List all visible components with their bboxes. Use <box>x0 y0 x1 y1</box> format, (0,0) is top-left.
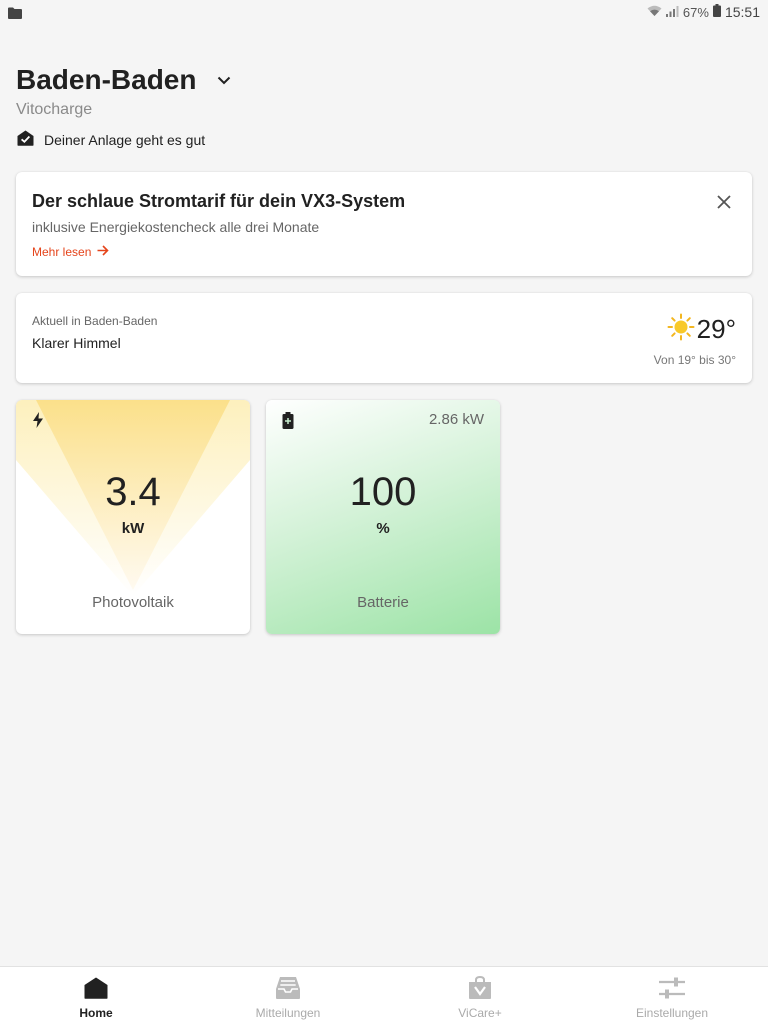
pv-label: Photovoltaik <box>92 594 174 611</box>
shopping-bag-icon <box>468 975 492 1001</box>
sun-icon <box>667 313 695 346</box>
pv-power-unit: kW <box>121 520 145 537</box>
lightning-icon <box>32 412 44 433</box>
system-status-text: Deiner Anlage geht es gut <box>44 131 206 148</box>
nav-einstellungen[interactable]: Einstellungen <box>576 967 768 1024</box>
weather-temperature: 29° <box>696 314 736 344</box>
house-check-icon <box>17 130 34 149</box>
read-more-label: Mehr lesen <box>32 245 92 259</box>
status-bar: 67% 15:51 <box>0 0 768 24</box>
nav-mitteilungen-label: Mitteilungen <box>255 1006 321 1020</box>
weather-card[interactable]: Aktuell in Baden-Baden Klarer Himmel 29°… <box>16 293 752 383</box>
site-title: Baden-Baden <box>16 64 197 95</box>
battery-tile[interactable]: 2.86 kW 100 % Batterie <box>266 400 500 634</box>
nav-vicare-plus-label: ViCare+ <box>458 1006 502 1020</box>
device-name: Vitocharge <box>16 101 93 118</box>
battery-icon <box>282 412 294 434</box>
weather-condition: Klarer Himmel <box>32 335 121 351</box>
arrow-right-icon <box>97 245 110 259</box>
battery-percent: 67% <box>682 4 709 20</box>
battery-status-icon <box>712 4 721 20</box>
settings-sliders-icon <box>658 975 686 1001</box>
home-icon <box>84 975 108 1001</box>
system-status: Deiner Anlage geht es gut <box>17 130 205 149</box>
app-screen: 67% 15:51 Baden-Baden Vitocharge Deiner … <box>0 0 768 1024</box>
signal-icon <box>665 5 679 20</box>
read-more-link[interactable]: Mehr lesen <box>32 245 110 259</box>
weather-range: Von 19° bis 30° <box>653 353 736 367</box>
nav-home-label: Home <box>79 1006 113 1020</box>
nav-mitteilungen[interactable]: Mitteilungen <box>192 967 384 1024</box>
wifi-icon <box>647 5 662 20</box>
bottom-navigation: Home Mitteilungen ViCare+ Einstellungen <box>0 966 768 1024</box>
pv-power-value: 3.4 <box>105 470 161 514</box>
status-icons: 67% 15:51 <box>647 4 760 20</box>
battery-power: 2.86 kW <box>428 411 484 428</box>
promo-subtitle: inklusive Energiekostencheck alle drei M… <box>32 219 320 235</box>
nav-vicare-plus[interactable]: ViCare+ <box>384 967 576 1024</box>
promo-card[interactable]: Der schlaue Stromtarif für dein VX3-Syst… <box>16 172 752 276</box>
site-selector-chevron-down-icon[interactable] <box>212 68 236 92</box>
nav-home[interactable]: Home <box>0 967 192 1024</box>
clock: 15:51 <box>724 4 760 20</box>
promo-title: Der schlaue Stromtarif für dein VX3-Syst… <box>32 191 406 211</box>
folder-icon <box>8 6 22 24</box>
battery-charge-value: 100 <box>349 470 417 514</box>
nav-einstellungen-label: Einstellungen <box>635 1006 709 1020</box>
battery-charge-unit: % <box>376 520 390 537</box>
inbox-icon <box>275 975 301 1001</box>
weather-location: Aktuell in Baden-Baden <box>32 314 158 328</box>
photovoltaik-tile[interactable]: 3.4 kW Photovoltaik <box>16 400 250 634</box>
close-icon[interactable] <box>712 190 736 214</box>
weather-temperature-row: 29° <box>667 313 736 346</box>
battery-label: Batterie <box>357 594 409 611</box>
